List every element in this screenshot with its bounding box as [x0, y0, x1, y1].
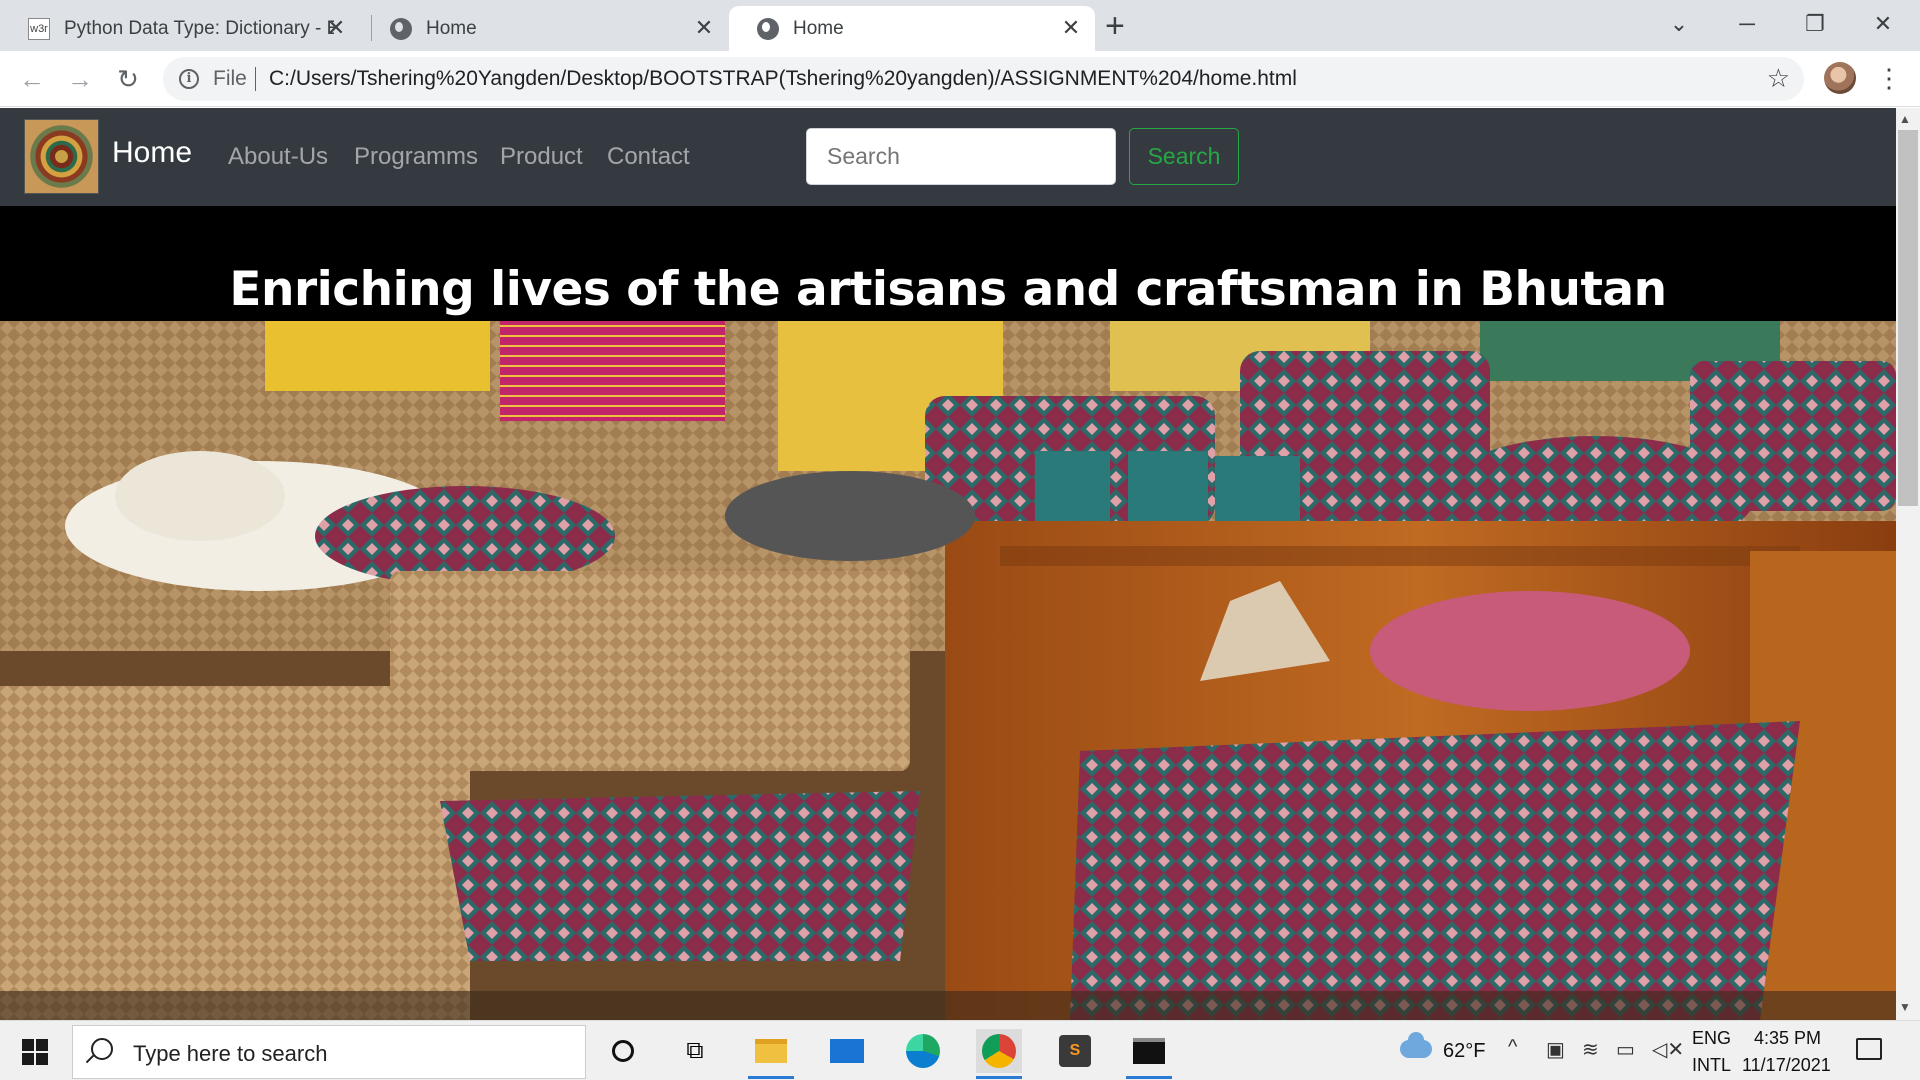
hero-title: Enriching lives of the artisans and craf…: [229, 262, 1667, 317]
mail-icon[interactable]: [824, 1029, 870, 1073]
search-icon: [91, 1038, 113, 1060]
tab-title: Python Data Type: Dictionary - Ex: [64, 17, 334, 39]
volume-muted-icon[interactable]: ◁✕: [1652, 1037, 1684, 1062]
task-view-icon[interactable]: ⧉: [672, 1029, 718, 1073]
address-bar[interactable]: i File C:/Users/Tshering%20Yangden/Deskt…: [163, 57, 1804, 101]
brand-logo[interactable]: [24, 119, 99, 194]
restore-button[interactable]: ❐: [1785, 6, 1845, 42]
sublime-text-icon[interactable]: S: [1052, 1029, 1098, 1073]
page-viewport: Home About-Us Programms Product Contact …: [0, 108, 1896, 1020]
hero-crafts-image: [0, 321, 1896, 1020]
globe-icon: [757, 17, 779, 40]
notification-icon[interactable]: [1856, 1038, 1882, 1060]
globe-icon: [390, 17, 412, 40]
edge-browser-icon[interactable]: [900, 1029, 946, 1073]
reload-icon[interactable]: ↻: [112, 63, 144, 95]
battery-icon[interactable]: ▭: [1616, 1037, 1635, 1062]
omnibox-divider: [255, 67, 256, 91]
tab-title: Home: [793, 17, 844, 39]
close-window-button[interactable]: ✕: [1853, 6, 1913, 42]
chrome-icon[interactable]: [976, 1029, 1022, 1079]
meet-now-icon[interactable]: ▣: [1546, 1037, 1565, 1062]
weather-cloud-icon[interactable]: [1400, 1032, 1432, 1058]
close-tab-icon[interactable]: ✕: [324, 16, 348, 40]
scrollbar-thumb[interactable]: [1898, 130, 1918, 506]
bookmark-star-icon[interactable]: ☆: [1767, 63, 1790, 94]
language-code[interactable]: ENG: [1692, 1028, 1731, 1049]
taskbar-search-box[interactable]: Type here to search: [72, 1025, 586, 1079]
minimize-button[interactable]: ─: [1717, 6, 1777, 42]
site-search-input[interactable]: [806, 128, 1116, 185]
file-scheme-label: File: [213, 67, 247, 90]
close-tab-icon[interactable]: ✕: [692, 16, 716, 40]
terminal-icon[interactable]: [1126, 1029, 1172, 1079]
weather-temperature[interactable]: 62°F: [1443, 1040, 1485, 1063]
nav-link-product[interactable]: Product: [500, 143, 583, 171]
nav-link-about-us[interactable]: About-Us: [228, 143, 328, 171]
close-tab-icon[interactable]: ✕: [1059, 16, 1083, 40]
keyboard-layout[interactable]: INTL: [1692, 1055, 1731, 1076]
brand-home-link[interactable]: Home: [112, 136, 192, 170]
chevron-up-icon[interactable]: ^: [1508, 1036, 1517, 1059]
tab-title: Home: [426, 17, 477, 39]
taskbar-search-placeholder: Type here to search: [133, 1041, 328, 1066]
clock-date[interactable]: 11/17/2021: [1742, 1055, 1831, 1076]
file-explorer-icon[interactable]: [748, 1029, 794, 1079]
profile-avatar[interactable]: [1824, 62, 1856, 94]
clock-time[interactable]: 4:35 PM: [1754, 1028, 1821, 1049]
cortana-icon[interactable]: [600, 1029, 646, 1073]
w3resource-favicon-icon: w3r: [28, 17, 50, 40]
tab-python-dictionary[interactable]: w3r Python Data Type: Dictionary - Ex ✕: [0, 6, 360, 51]
browser-toolbar: ← → ↻ i File C:/Users/Tshering%20Yangden…: [0, 51, 1920, 107]
site-search-button[interactable]: Search: [1129, 128, 1239, 185]
forward-arrow-icon[interactable]: →: [64, 63, 96, 95]
tab-strip: w3r Python Data Type: Dictionary - Ex ✕ …: [0, 0, 1920, 51]
tab-home-1[interactable]: Home ✕: [362, 6, 728, 51]
browser-menu-icon[interactable]: ⋮: [1876, 60, 1902, 96]
nav-link-programms[interactable]: Programms: [354, 143, 478, 171]
scroll-down-arrow-icon[interactable]: ▼: [1899, 1000, 1911, 1014]
tab-home-active[interactable]: Home ✕: [729, 6, 1095, 51]
wifi-icon[interactable]: ≋: [1582, 1037, 1599, 1062]
nav-link-contact[interactable]: Contact: [607, 143, 690, 171]
url-text[interactable]: C:/Users/Tshering%20Yangden/Desktop/BOOT…: [269, 67, 1297, 91]
windows-start-icon[interactable]: [22, 1039, 48, 1065]
scroll-up-arrow-icon[interactable]: ▲: [1899, 112, 1911, 126]
tab-search-icon[interactable]: ⌄: [1649, 6, 1709, 42]
site-navbar: Home About-Us Programms Product Contact …: [0, 108, 1896, 206]
new-tab-button[interactable]: +: [1105, 9, 1125, 43]
back-arrow-icon[interactable]: ←: [16, 63, 48, 95]
info-icon[interactable]: i: [179, 69, 199, 89]
